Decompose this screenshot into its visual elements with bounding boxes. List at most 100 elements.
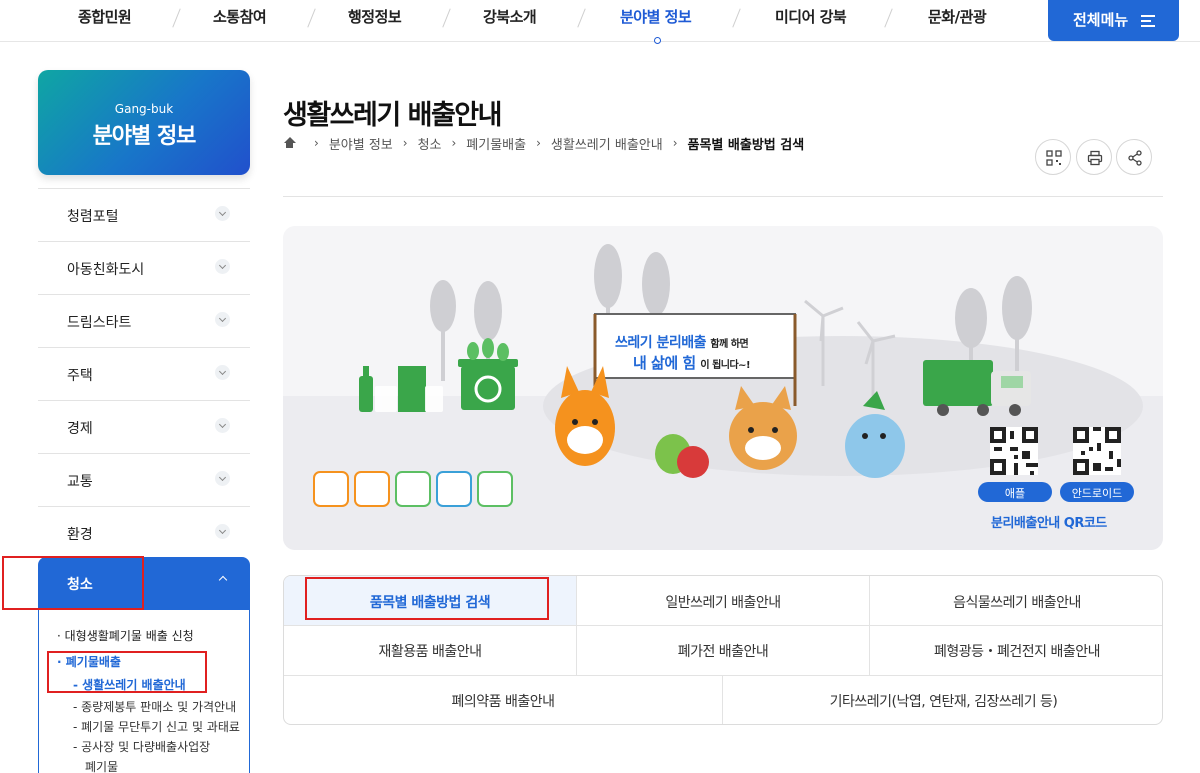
chevron-down-icon: [215, 206, 230, 221]
breadcrumb-separator: ›: [451, 136, 457, 150]
gnb-item-about[interactable]: 강북소개: [483, 6, 537, 27]
lnb-header: Gang-buk 분야별 정보: [38, 70, 250, 175]
share-button[interactable]: [1116, 139, 1152, 175]
lnb-item-environment[interactable]: 환경: [38, 506, 250, 559]
gnb-item-participation[interactable]: 소통참여: [213, 6, 267, 27]
chevron-down-icon: [215, 312, 230, 327]
lnb-item-label: 드림스타트: [67, 315, 132, 331]
lnb-sub-waste-disposal[interactable]: · 폐기물배출: [57, 653, 121, 670]
tab-general-waste[interactable]: 일반쓰레기 배출안내: [577, 576, 870, 626]
gnb-separator: [172, 8, 181, 28]
android-qr-code: [1073, 427, 1121, 475]
gnb-active-indicator: [654, 37, 661, 44]
chevron-down-icon: [215, 365, 230, 380]
header-divider: [283, 196, 1163, 197]
gnb-separator: [884, 8, 893, 28]
lnb-item-traffic[interactable]: 교통: [38, 453, 250, 506]
breadcrumb-item[interactable]: 생활쓰레기 배출안내: [551, 134, 663, 153]
chevron-down-icon: [215, 418, 230, 433]
lnb-item-cleaning[interactable]: 청소: [38, 557, 250, 610]
breadcrumb-separator: ›: [402, 136, 408, 150]
vinyl-bag-icon: [395, 471, 431, 507]
breadcrumb-item[interactable]: 분야별 정보: [329, 134, 393, 153]
lnb-subtitle: Gang-buk: [114, 102, 174, 116]
print-button[interactable]: [1076, 139, 1112, 175]
qr-icon: [1046, 150, 1062, 166]
lnb-item-housing[interactable]: 주택: [38, 347, 250, 400]
banner-slogan-line1: 쓰레기 분리배출 함께 하면: [615, 332, 749, 352]
hamburger-icon: [1141, 15, 1155, 30]
gnb-item-field-info[interactable]: 분야별 정보: [620, 6, 692, 27]
banner-slogan-line2: 내 삶에 힘 이 됩니다~!: [633, 352, 751, 373]
tab-item-search[interactable]: 품목별 배출방법 검색: [284, 576, 577, 626]
plastic-bottle-icon: [436, 471, 472, 507]
tab-food-waste[interactable]: 음식물쓰레기 배출안내: [870, 576, 1162, 626]
paper-icon: [354, 471, 390, 507]
all-menu-button[interactable]: 전체메뉴: [1048, 0, 1179, 41]
breadcrumb-separator: ›: [314, 136, 319, 150]
qr-caption: 분리배출안내 QR코드: [991, 516, 1107, 531]
lnb-sub-construction-sites-cont: 폐기물: [85, 760, 119, 773]
breadcrumb-separator: ›: [536, 136, 541, 150]
breadcrumb-separator: ›: [672, 136, 678, 150]
lnb-menu: 청렴포털 아동친화도시 드림스타트 주택 경제 교통 환경: [38, 188, 250, 559]
lnb-item-economy[interactable]: 경제: [38, 400, 250, 453]
lnb-item-label: 아동친화도시: [67, 262, 145, 278]
recycling-banner: 쓰레기 분리배출 함께 하면 내 삶에 힘 이 됩니다~! 애플 안드로이드 분…: [283, 226, 1163, 550]
lnb-sub-illegal-dumping[interactable]: - 폐기물 무단투기 신고 및 과태료: [73, 718, 240, 735]
qr-code-image: [990, 427, 1038, 475]
chevron-down-icon: [215, 471, 230, 486]
slogan-text: 함께 하면: [710, 339, 749, 350]
gnb-item-culture[interactable]: 문화/관광: [928, 6, 987, 27]
gnb-separator: [577, 8, 586, 28]
lnb-sub-large-waste[interactable]: · 대형생활폐기물 배출 신청: [57, 627, 194, 644]
lnb-item-label: 주택: [67, 368, 93, 384]
slogan-highlight: 내 삶에 힘: [633, 354, 696, 372]
gnb-separator: [442, 8, 451, 28]
lnb-item-dreamstart[interactable]: 드림스타트: [38, 294, 250, 347]
chevron-down-icon: [215, 259, 230, 274]
chevron-up-icon: [218, 575, 228, 585]
ios-app-button[interactable]: 애플: [978, 482, 1052, 502]
gnb-item-admin[interactable]: 행정정보: [348, 6, 402, 27]
lnb-item-integrity[interactable]: 청렴포털: [38, 188, 250, 241]
lnb-item-child-friendly[interactable]: 아동친화도시: [38, 241, 250, 294]
lnb-sub-bag-shops[interactable]: - 종량제봉투 판매소 및 가격안내: [73, 698, 236, 715]
tab-medicines[interactable]: 폐의약품 배출안내: [284, 676, 723, 724]
page-title: 생활쓰레기 배출안내: [283, 100, 502, 131]
lnb-submenu: · 대형생활폐기물 배출 신청 · 폐기물배출 - 생활쓰레기 배출안내 - 종…: [38, 610, 250, 773]
breadcrumb-item[interactable]: 청소: [418, 134, 442, 153]
disposal-tabs: 품목별 배출방법 검색 일반쓰레기 배출안내 음식물쓰레기 배출안내 재활용품 …: [283, 575, 1163, 725]
tab-other-waste[interactable]: 기타쓰레기(낙엽, 연탄재, 김장쓰레기 등): [723, 676, 1162, 724]
global-nav: 종합민원 소통참여 행정정보 강북소개 분야별 정보 미디어 강북 문화/관광 …: [0, 0, 1200, 44]
tab-recyclables[interactable]: 재활용품 배출안내: [284, 626, 577, 676]
lnb-title: 분야별 정보: [92, 124, 197, 149]
lnb-item-label: 경제: [67, 421, 93, 437]
gnb-item-media[interactable]: 미디어 강북: [775, 6, 847, 27]
gnb-separator: [732, 8, 741, 28]
qr-code-image: [1073, 427, 1121, 475]
tab-lamps-batteries[interactable]: 폐형광등・폐건전지 배출안내: [870, 626, 1162, 676]
breadcrumb: › 분야별 정보 › 청소 › 폐기물배출 › 생활쓰레기 배출안내 › 품목별…: [283, 134, 804, 153]
banana-icon: [313, 471, 349, 507]
lnb-sub-construction-sites[interactable]: - 공사장 및 다량배출사업장: [73, 738, 210, 755]
ios-qr-code: [990, 427, 1038, 475]
lnb-sub-household-waste[interactable]: - 생활쓰레기 배출안내: [73, 676, 186, 693]
tab-appliances[interactable]: 폐가전 배출안내: [577, 626, 870, 676]
glass-bottle-icon: [477, 471, 513, 507]
breadcrumb-item[interactable]: 폐기물배출: [466, 134, 526, 153]
lnb-item-label: 환경: [67, 527, 93, 543]
lnb-active-label: 청소: [67, 577, 93, 593]
home-icon[interactable]: [283, 137, 296, 149]
lnb-item-label: 교통: [67, 474, 93, 490]
gnb-item-civil[interactable]: 종합민원: [78, 6, 132, 27]
print-icon: [1087, 150, 1103, 166]
slogan-text: 이 됩니다~!: [700, 360, 751, 371]
chevron-down-icon: [215, 524, 230, 539]
qr-code-button[interactable]: [1035, 139, 1071, 175]
share-icon: [1128, 150, 1142, 166]
all-menu-label: 전체메뉴: [1073, 11, 1129, 29]
android-app-button[interactable]: 안드로이드: [1060, 482, 1134, 502]
lnb-item-label: 청렴포털: [67, 209, 119, 225]
gnb-separator: [307, 8, 316, 28]
